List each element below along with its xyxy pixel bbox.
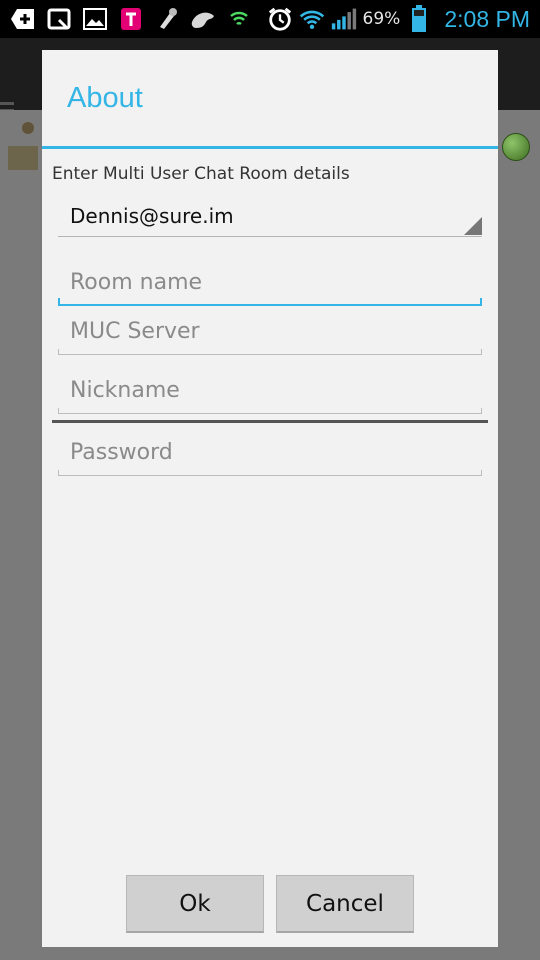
field-tick	[58, 470, 59, 476]
field-tick	[58, 349, 59, 355]
account-spinner-value: Dennis@sure.im	[70, 204, 234, 228]
add-icon	[10, 6, 36, 32]
battery-percent: 69%	[362, 9, 401, 29]
presence-status-icon	[502, 133, 530, 161]
t-mobile-icon	[118, 6, 144, 32]
field-tick	[481, 349, 482, 355]
field-underline	[58, 413, 482, 414]
password-input[interactable]	[58, 432, 482, 472]
tiger-icon	[190, 6, 216, 32]
status-bar: 69% 2:08 PM	[0, 0, 540, 38]
field-underline	[58, 304, 482, 306]
dialog-prompt: Enter Multi User Chat Room details	[52, 164, 350, 184]
muc-server-field	[58, 311, 482, 355]
contact-avatar-icon	[8, 122, 38, 170]
signal-strength-icon	[331, 6, 357, 32]
field-tick	[58, 298, 60, 306]
spinner-underline	[58, 236, 482, 237]
muc-dialog: About Enter Multi User Chat Room details…	[42, 50, 498, 947]
battery-icon	[406, 5, 432, 32]
cell-signal-app-icon	[226, 6, 252, 32]
field-tick	[58, 408, 59, 414]
quick-memo-icon	[46, 6, 72, 32]
field-tick	[481, 470, 482, 476]
muc-server-input[interactable]	[58, 311, 482, 351]
account-spinner[interactable]: Dennis@sure.im	[58, 196, 482, 237]
alarm-clock-icon	[267, 6, 293, 32]
field-underline	[58, 354, 482, 355]
cancel-button[interactable]: Cancel	[276, 875, 414, 933]
clock: 2:08 PM	[444, 5, 530, 32]
field-tick	[481, 408, 482, 414]
ok-button[interactable]: Ok	[126, 875, 264, 933]
title-divider	[42, 146, 498, 149]
room-name-field	[58, 262, 482, 306]
nickname-input[interactable]	[58, 370, 482, 410]
system-icons: 69% 2:08 PM	[267, 4, 530, 34]
notification-icons	[10, 4, 252, 34]
nickname-field	[58, 370, 482, 414]
wifi-icon	[299, 6, 325, 32]
field-underline	[58, 475, 482, 476]
gallery-icon	[82, 6, 108, 32]
settings-brush-icon	[154, 6, 180, 32]
field-tick	[480, 298, 482, 306]
room-name-input[interactable]	[58, 262, 482, 302]
password-field	[58, 432, 482, 476]
dialog-title: About	[67, 82, 143, 114]
dropdown-arrow-icon	[464, 217, 482, 235]
section-divider	[52, 420, 488, 423]
